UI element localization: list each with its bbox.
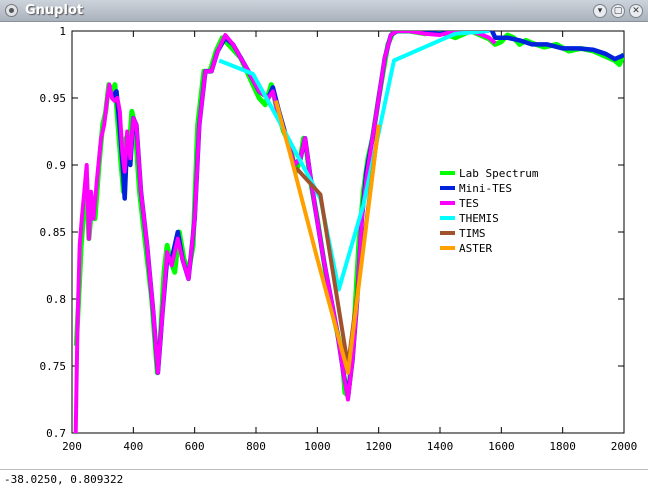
legend-label: Mini-TES: [459, 182, 512, 195]
x-tick-label: 800: [246, 440, 266, 453]
plot-canvas[interactable]: 200 400 600 800 1000 1200 1400 1600 1800 2000 0.7 0…: [0, 22, 648, 469]
legend-label: THEMIS: [459, 212, 499, 225]
x-tick-label: 1600: [488, 440, 515, 453]
status-bar: -38.0250, 0.809322: [0, 469, 648, 489]
app-menu-icon[interactable]: [5, 4, 18, 17]
close-icon[interactable]: ✕: [629, 4, 643, 18]
y-tick-label: 0.95: [40, 92, 67, 105]
legend-label: TES: [459, 197, 479, 210]
legend-label: ASTER: [459, 242, 492, 255]
title-bar[interactable]: Gnuplot ▾ ▢ ✕: [0, 0, 648, 22]
y-tick-label: 0.85: [40, 226, 67, 239]
y-tick-label: 0.8: [46, 293, 66, 306]
chevron-down-icon[interactable]: ▾: [593, 4, 607, 18]
x-tick-label: 200: [62, 440, 82, 453]
x-tick-label: 1000: [304, 440, 331, 453]
x-tick-label: 2000: [611, 440, 638, 453]
window-title: Gnuplot: [25, 3, 84, 18]
series-group: [73, 31, 624, 433]
y-tick-label: 0.9: [46, 159, 66, 172]
x-tick-label: 400: [123, 440, 143, 453]
series-line-tes: [73, 31, 497, 433]
axis-ticks: 200 400 600 800 1000 1200 1400 1600 1800 2000 0.7 0…: [40, 25, 638, 453]
x-tick-label: 600: [185, 440, 205, 453]
cursor-coordinates: -38.0250, 0.809322: [4, 473, 124, 486]
x-tick-label: 1400: [427, 440, 454, 453]
y-tick-label: 0.75: [40, 360, 67, 373]
y-tick-label: 0.7: [46, 427, 66, 440]
y-tick-label: 1: [59, 25, 66, 38]
x-tick-label: 1800: [549, 440, 576, 453]
legend-label: Lab Spectrum: [459, 167, 539, 180]
x-tick-label: 1200: [365, 440, 392, 453]
series-line-themis: [218, 31, 490, 292]
maximize-icon[interactable]: ▢: [611, 4, 625, 18]
legend: Lab Spectrum Mini-TES TES THEMIS TIMS ASTER: [440, 167, 539, 255]
legend-label: TIMS: [459, 227, 486, 240]
